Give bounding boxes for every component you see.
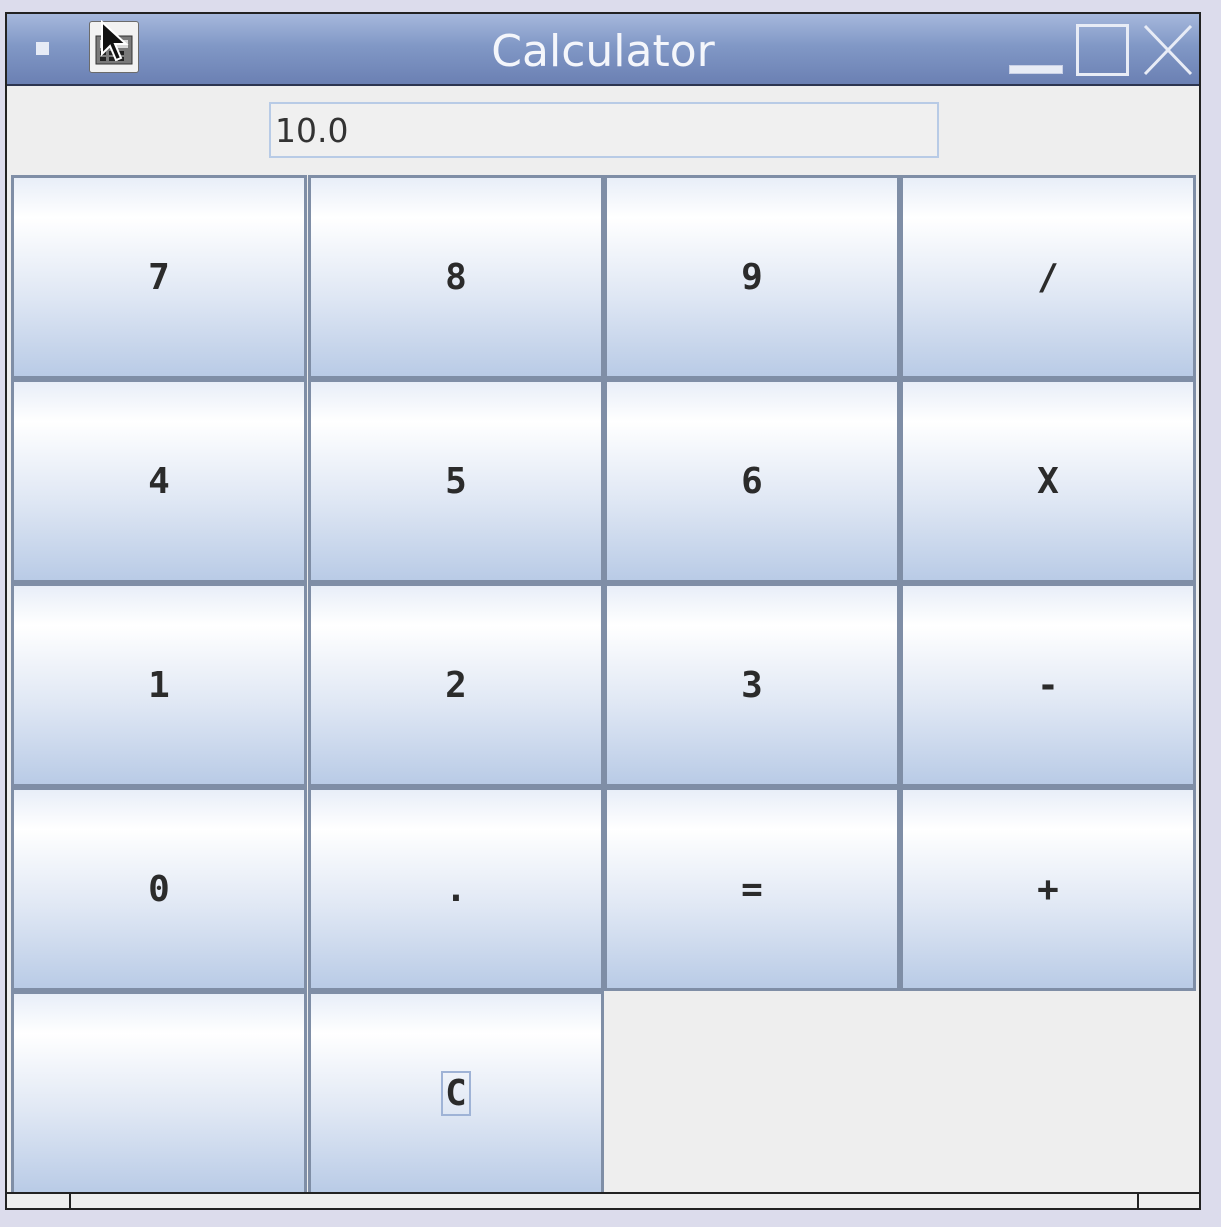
close-icon[interactable] (1139, 20, 1195, 80)
digit-3-button[interactable]: 3 (604, 583, 900, 787)
display-field[interactable] (269, 102, 939, 158)
status-divider (69, 1194, 71, 1208)
digit-4-button[interactable]: 4 (11, 379, 307, 583)
calculator-window: Calculator 7 8 9 / 4 5 6 X 1 2 3 - 0 . =… (5, 12, 1201, 1210)
button-label: 2 (445, 664, 467, 706)
button-label: 0 (148, 868, 170, 910)
digit-5-button[interactable]: 5 (308, 379, 604, 583)
clear-button[interactable]: C (308, 991, 604, 1195)
button-label: 3 (741, 664, 763, 706)
button-label: C (441, 1070, 471, 1116)
button-label: 4 (148, 460, 170, 502)
button-label: = (741, 868, 763, 910)
mouse-pointer-icon (101, 20, 129, 62)
button-label: / (1037, 256, 1059, 298)
equals-button[interactable]: = (604, 787, 900, 991)
maximize-icon[interactable] (1076, 24, 1129, 76)
digit-0-button[interactable]: 0 (11, 787, 307, 991)
digit-1-button[interactable]: 1 (11, 583, 307, 787)
button-label: 9 (741, 256, 763, 298)
divide-button[interactable]: / (900, 175, 1196, 379)
status-divider (1137, 1194, 1139, 1208)
button-label: 7 (148, 256, 170, 298)
close-icon-graphic (1143, 24, 1193, 76)
digit-6-button[interactable]: 6 (604, 379, 900, 583)
status-bar (7, 1192, 1199, 1208)
button-label: 8 (445, 256, 467, 298)
button-label: + (1037, 868, 1059, 910)
decimal-point-button[interactable]: . (308, 787, 604, 991)
button-label: 6 (741, 460, 763, 502)
button-label: 1 (148, 664, 170, 706)
digit-7-button[interactable]: 7 (11, 175, 307, 379)
subtract-button[interactable]: - (900, 583, 1196, 787)
digit-8-button[interactable]: 8 (308, 175, 604, 379)
minimize-icon[interactable] (1009, 20, 1063, 80)
add-button[interactable]: + (900, 787, 1196, 991)
button-label: - (1037, 664, 1059, 706)
button-label: X (1037, 460, 1059, 502)
blank-button[interactable] (11, 991, 307, 1195)
button-label: 5 (445, 460, 467, 502)
digit-2-button[interactable]: 2 (308, 583, 604, 787)
digit-9-button[interactable]: 9 (604, 175, 900, 379)
title-bar[interactable]: Calculator (7, 14, 1199, 86)
multiply-button[interactable]: X (900, 379, 1196, 583)
button-label: . (445, 868, 467, 910)
